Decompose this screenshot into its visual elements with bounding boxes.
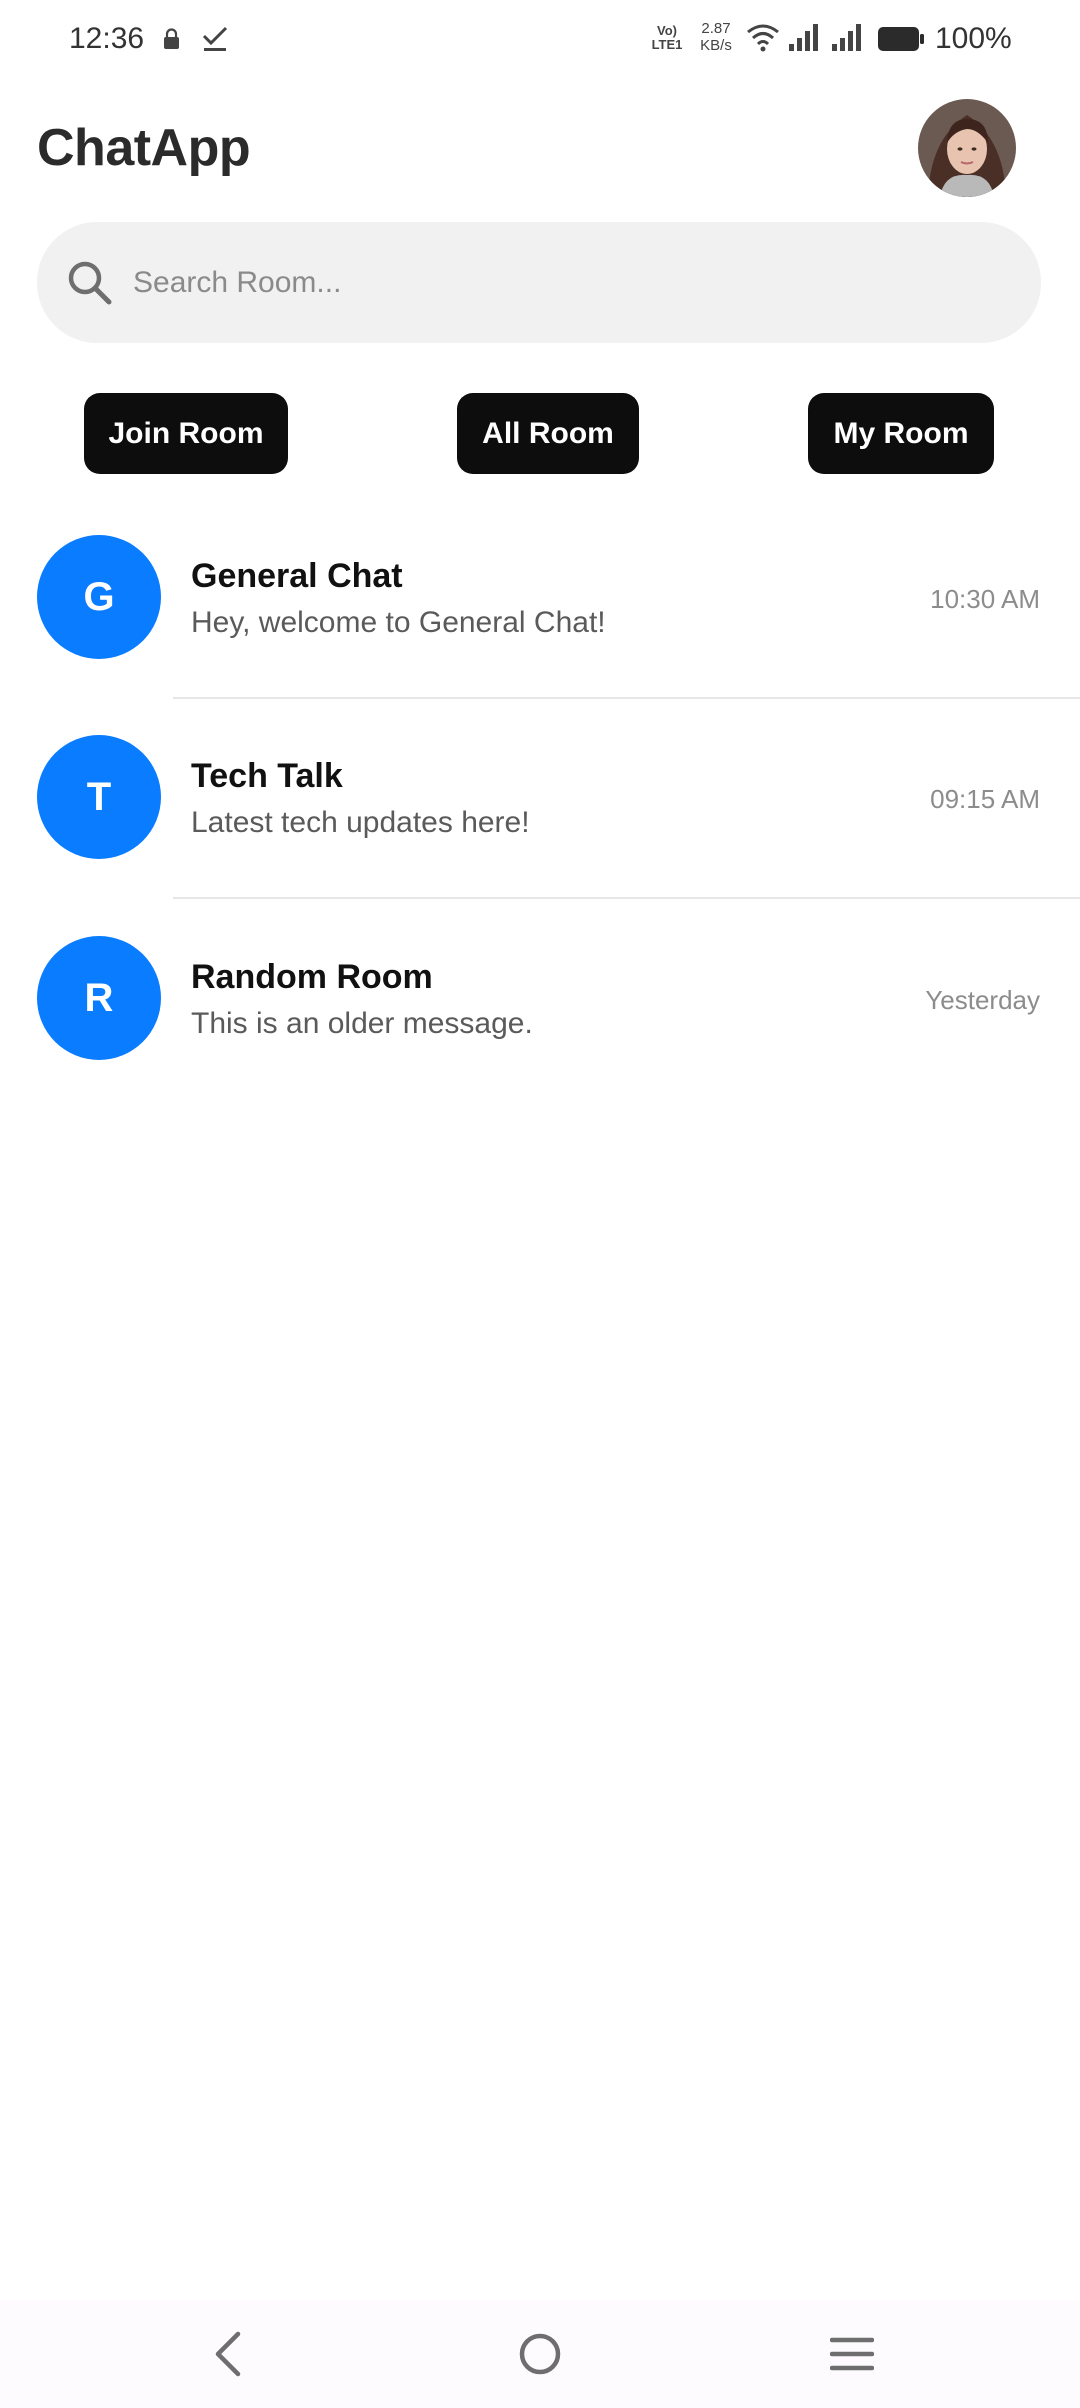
my-room-button[interactable]: My Room [808,393,994,474]
room-last-message: Hey, welcome to General Chat! [191,606,606,639]
room-avatar: T [37,735,161,859]
signal-icon [832,24,861,51]
network-speed: 2.87 KB/s [694,20,738,54]
app-title: ChatApp [37,119,251,177]
divider [173,697,1080,699]
speed-value: 2.87 [701,20,731,37]
home-icon[interactable] [518,2332,562,2376]
room-list-item[interactable]: T Tech Talk Latest tech updates here! 09… [0,700,1080,900]
search-input[interactable] [133,222,1013,343]
search-bar[interactable] [37,222,1041,343]
menu-icon[interactable] [830,2336,874,2372]
divider [173,897,1080,899]
volte-bottom: LTE1 [651,37,683,52]
check-icon [202,26,228,51]
all-room-button[interactable]: All Room [457,393,639,474]
wifi-icon [747,24,779,52]
profile-avatar[interactable] [918,99,1016,197]
status-time: 12:36 [69,22,145,55]
signal-icon [789,24,818,51]
room-avatar: G [37,535,161,659]
back-icon[interactable] [208,2330,248,2378]
room-time: Yesterday [925,985,1040,1015]
room-name: General Chat [191,557,403,595]
lock-icon [164,28,179,49]
system-nav-bar [0,2300,1080,2408]
volte-top: Vo) [657,23,677,38]
room-list-item[interactable]: R Random Room This is an older message. … [0,901,1080,1101]
avatar-image [918,99,1016,197]
room-last-message: Latest tech updates here! [191,806,530,839]
search-icon [68,261,112,305]
battery-percent: 100% [935,22,1012,55]
room-name: Tech Talk [191,757,343,795]
room-time: 10:30 AM [930,584,1040,614]
battery-icon [878,27,924,51]
join-room-button[interactable]: Join Room [84,393,288,474]
speed-unit: KB/s [700,37,732,54]
volte-indicator: Vo) LTE1 [648,24,686,52]
room-list-item[interactable]: G General Chat Hey, welcome to General C… [0,500,1080,700]
status-bar: 12:36 Vo) LTE1 2.87 KB/s 100% [0,0,1080,80]
room-name: Random Room [191,958,433,996]
room-avatar: R [37,936,161,1060]
room-last-message: This is an older message. [191,1007,533,1040]
room-time: 09:15 AM [930,784,1040,814]
